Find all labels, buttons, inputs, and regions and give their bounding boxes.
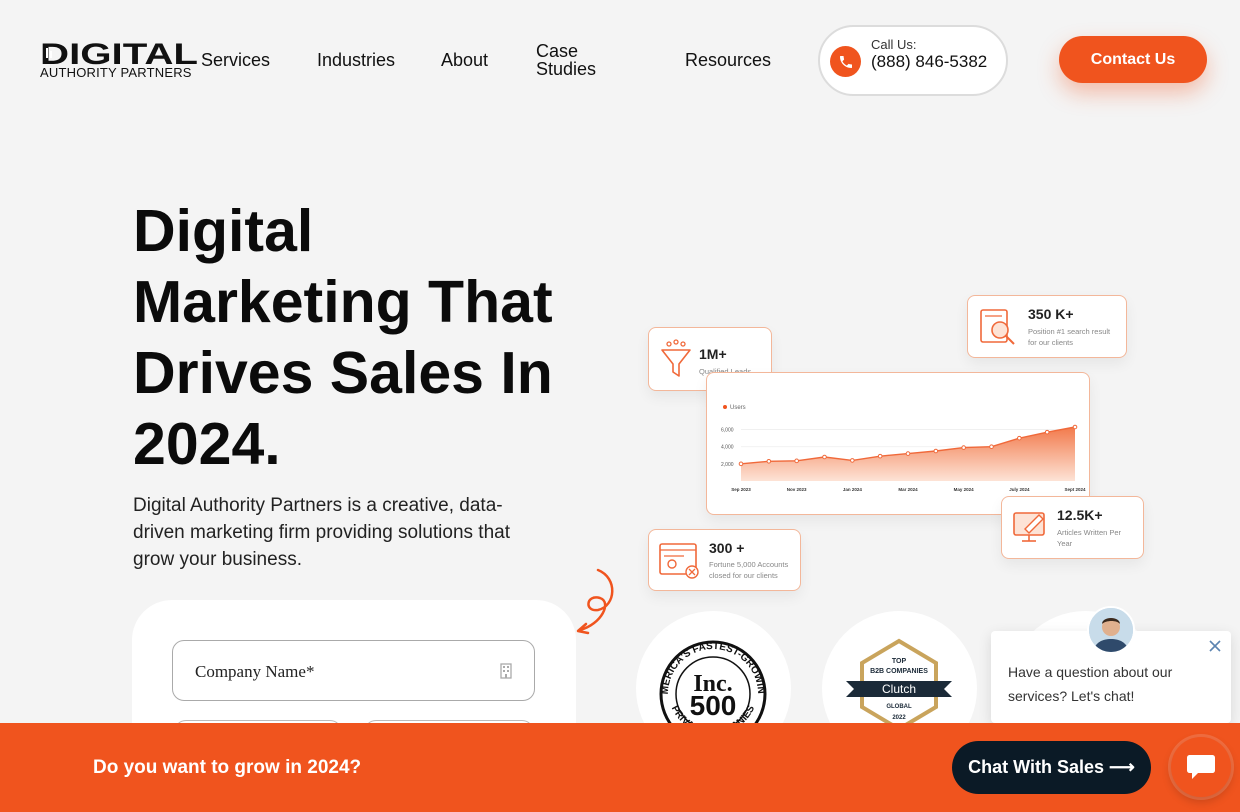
chat-popup-text: Have a question about our services? Let'… xyxy=(1008,664,1173,704)
stat-card-articles: 12.5K+ Articles Written Per Year xyxy=(1001,496,1144,559)
chart-point xyxy=(1072,424,1078,430)
search-document-icon xyxy=(980,309,1015,345)
logo-subtitle: AUTHORITY PARTNERS xyxy=(40,65,192,80)
clutch-line1: TOP xyxy=(892,658,907,665)
company-name-field[interactable]: Company Name* xyxy=(172,640,535,701)
chart-point xyxy=(933,448,939,454)
chart-point xyxy=(961,445,966,450)
stat-accounts-text: Fortune 5,000 Accounts closed for our cl… xyxy=(709,560,789,580)
clutch-line2: B2B COMPANIES xyxy=(870,668,928,675)
edit-monitor-icon xyxy=(1013,512,1045,542)
chart-point xyxy=(877,453,883,459)
funnel-icon xyxy=(661,339,691,377)
building-icon xyxy=(500,663,512,684)
chart-point xyxy=(1017,435,1022,441)
contact-us-button[interactable]: Contact Us xyxy=(1059,36,1207,83)
clutch-line3: GLOBAL xyxy=(886,704,912,710)
clutch-brand: Clutch xyxy=(882,682,916,696)
nav-about[interactable]: About xyxy=(441,51,488,69)
hero-description: Digital Authority Partners is a creative… xyxy=(133,495,511,570)
call-us-box[interactable]: Call Us: (888) 846-5382 xyxy=(818,25,1008,96)
users-chart-card: Users 6,000 4,000 2,000 Sep 2023 Nov 2023 Ja… xyxy=(706,372,1090,515)
close-icon[interactable] xyxy=(1208,639,1222,658)
chart-y-tick-label: 2,000 xyxy=(721,462,734,468)
stat-card-search: 350 K+ Position #1 search result for our… xyxy=(967,295,1127,358)
chat-with-sales-button[interactable]: Chat With Sales ⟶ xyxy=(952,741,1151,794)
legend-users: Users xyxy=(730,405,746,411)
chart-x-tick-label: May 2024 xyxy=(954,487,975,492)
chart-y-tick-label: 6,000 xyxy=(721,428,734,434)
stat-accounts-value: 300 + xyxy=(709,540,745,556)
stat-card-accounts: 300 + Fortune 5,000 Accounts closed for … xyxy=(648,529,801,591)
grow-question-text: Do you want to grow in 2024? xyxy=(93,757,362,778)
stat-articles-text: Articles Written Per Year xyxy=(1057,528,1122,548)
account-card-icon xyxy=(659,543,699,579)
chart-y-tick-label: 4,000 xyxy=(721,445,734,451)
avatar xyxy=(1087,606,1135,654)
logo-wordmark: DIGITAL xyxy=(40,40,210,66)
chart-x-tick-label: Nov 2023 xyxy=(787,487,807,492)
chart-x-tick-label: Sep 2023 xyxy=(731,487,751,492)
chart-point xyxy=(905,451,911,456)
chart-point xyxy=(738,461,744,467)
squiggle-arrow-icon xyxy=(576,568,614,635)
phone-icon xyxy=(830,46,861,77)
chat-bubble-icon xyxy=(1187,755,1215,779)
chart-point xyxy=(794,458,799,464)
logo[interactable]: DIGITAL AUTHORITY PARTNERS xyxy=(40,40,210,80)
chart-x-tick-label: Sept 2024 xyxy=(1064,487,1086,492)
phone-number[interactable]: (888) 846-5382 xyxy=(871,53,991,70)
clutch-year: 2022 xyxy=(892,715,906,721)
chart-point xyxy=(822,454,827,460)
logo-word-text: DIGITAL xyxy=(40,40,198,66)
chat-launcher-button[interactable] xyxy=(1171,737,1231,797)
nav-services[interactable]: Services xyxy=(201,51,270,69)
inc-number-text: 500 xyxy=(690,690,737,721)
chart-point xyxy=(989,444,994,450)
chart-x-tick-label: Mar 2024 xyxy=(898,487,918,492)
chart-point xyxy=(766,458,772,464)
stat-leads-value: 1M+ xyxy=(699,346,727,362)
nav-case-studies[interactable]: Case Studies xyxy=(536,42,606,78)
stat-search-value: 350 K+ xyxy=(1028,306,1074,322)
nav-industries[interactable]: Industries xyxy=(317,51,395,69)
chart-point xyxy=(1044,429,1050,435)
call-label: Call Us: xyxy=(871,37,917,52)
company-name-placeholder: Company Name* xyxy=(195,662,315,681)
legend-dot xyxy=(723,405,727,409)
stat-articles-value: 12.5K+ xyxy=(1057,507,1103,523)
nav-resources[interactable]: Resources xyxy=(685,51,771,69)
bottom-cta-bar: Do you want to grow in 2024? Chat With S… xyxy=(0,723,1240,812)
stat-search-text: Position #1 search result for our client… xyxy=(1028,327,1111,347)
chart-point xyxy=(850,458,855,463)
hero-title: Digital Marketing That Drives Sales In 2… xyxy=(133,198,553,477)
chart-x-tick-label: July 2024 xyxy=(1009,487,1030,492)
chart-x-tick-label: Jan 2024 xyxy=(843,487,863,492)
users-chart: Users 6,000 4,000 2,000 Sep 2023 Nov 2023 Ja… xyxy=(721,405,1086,492)
